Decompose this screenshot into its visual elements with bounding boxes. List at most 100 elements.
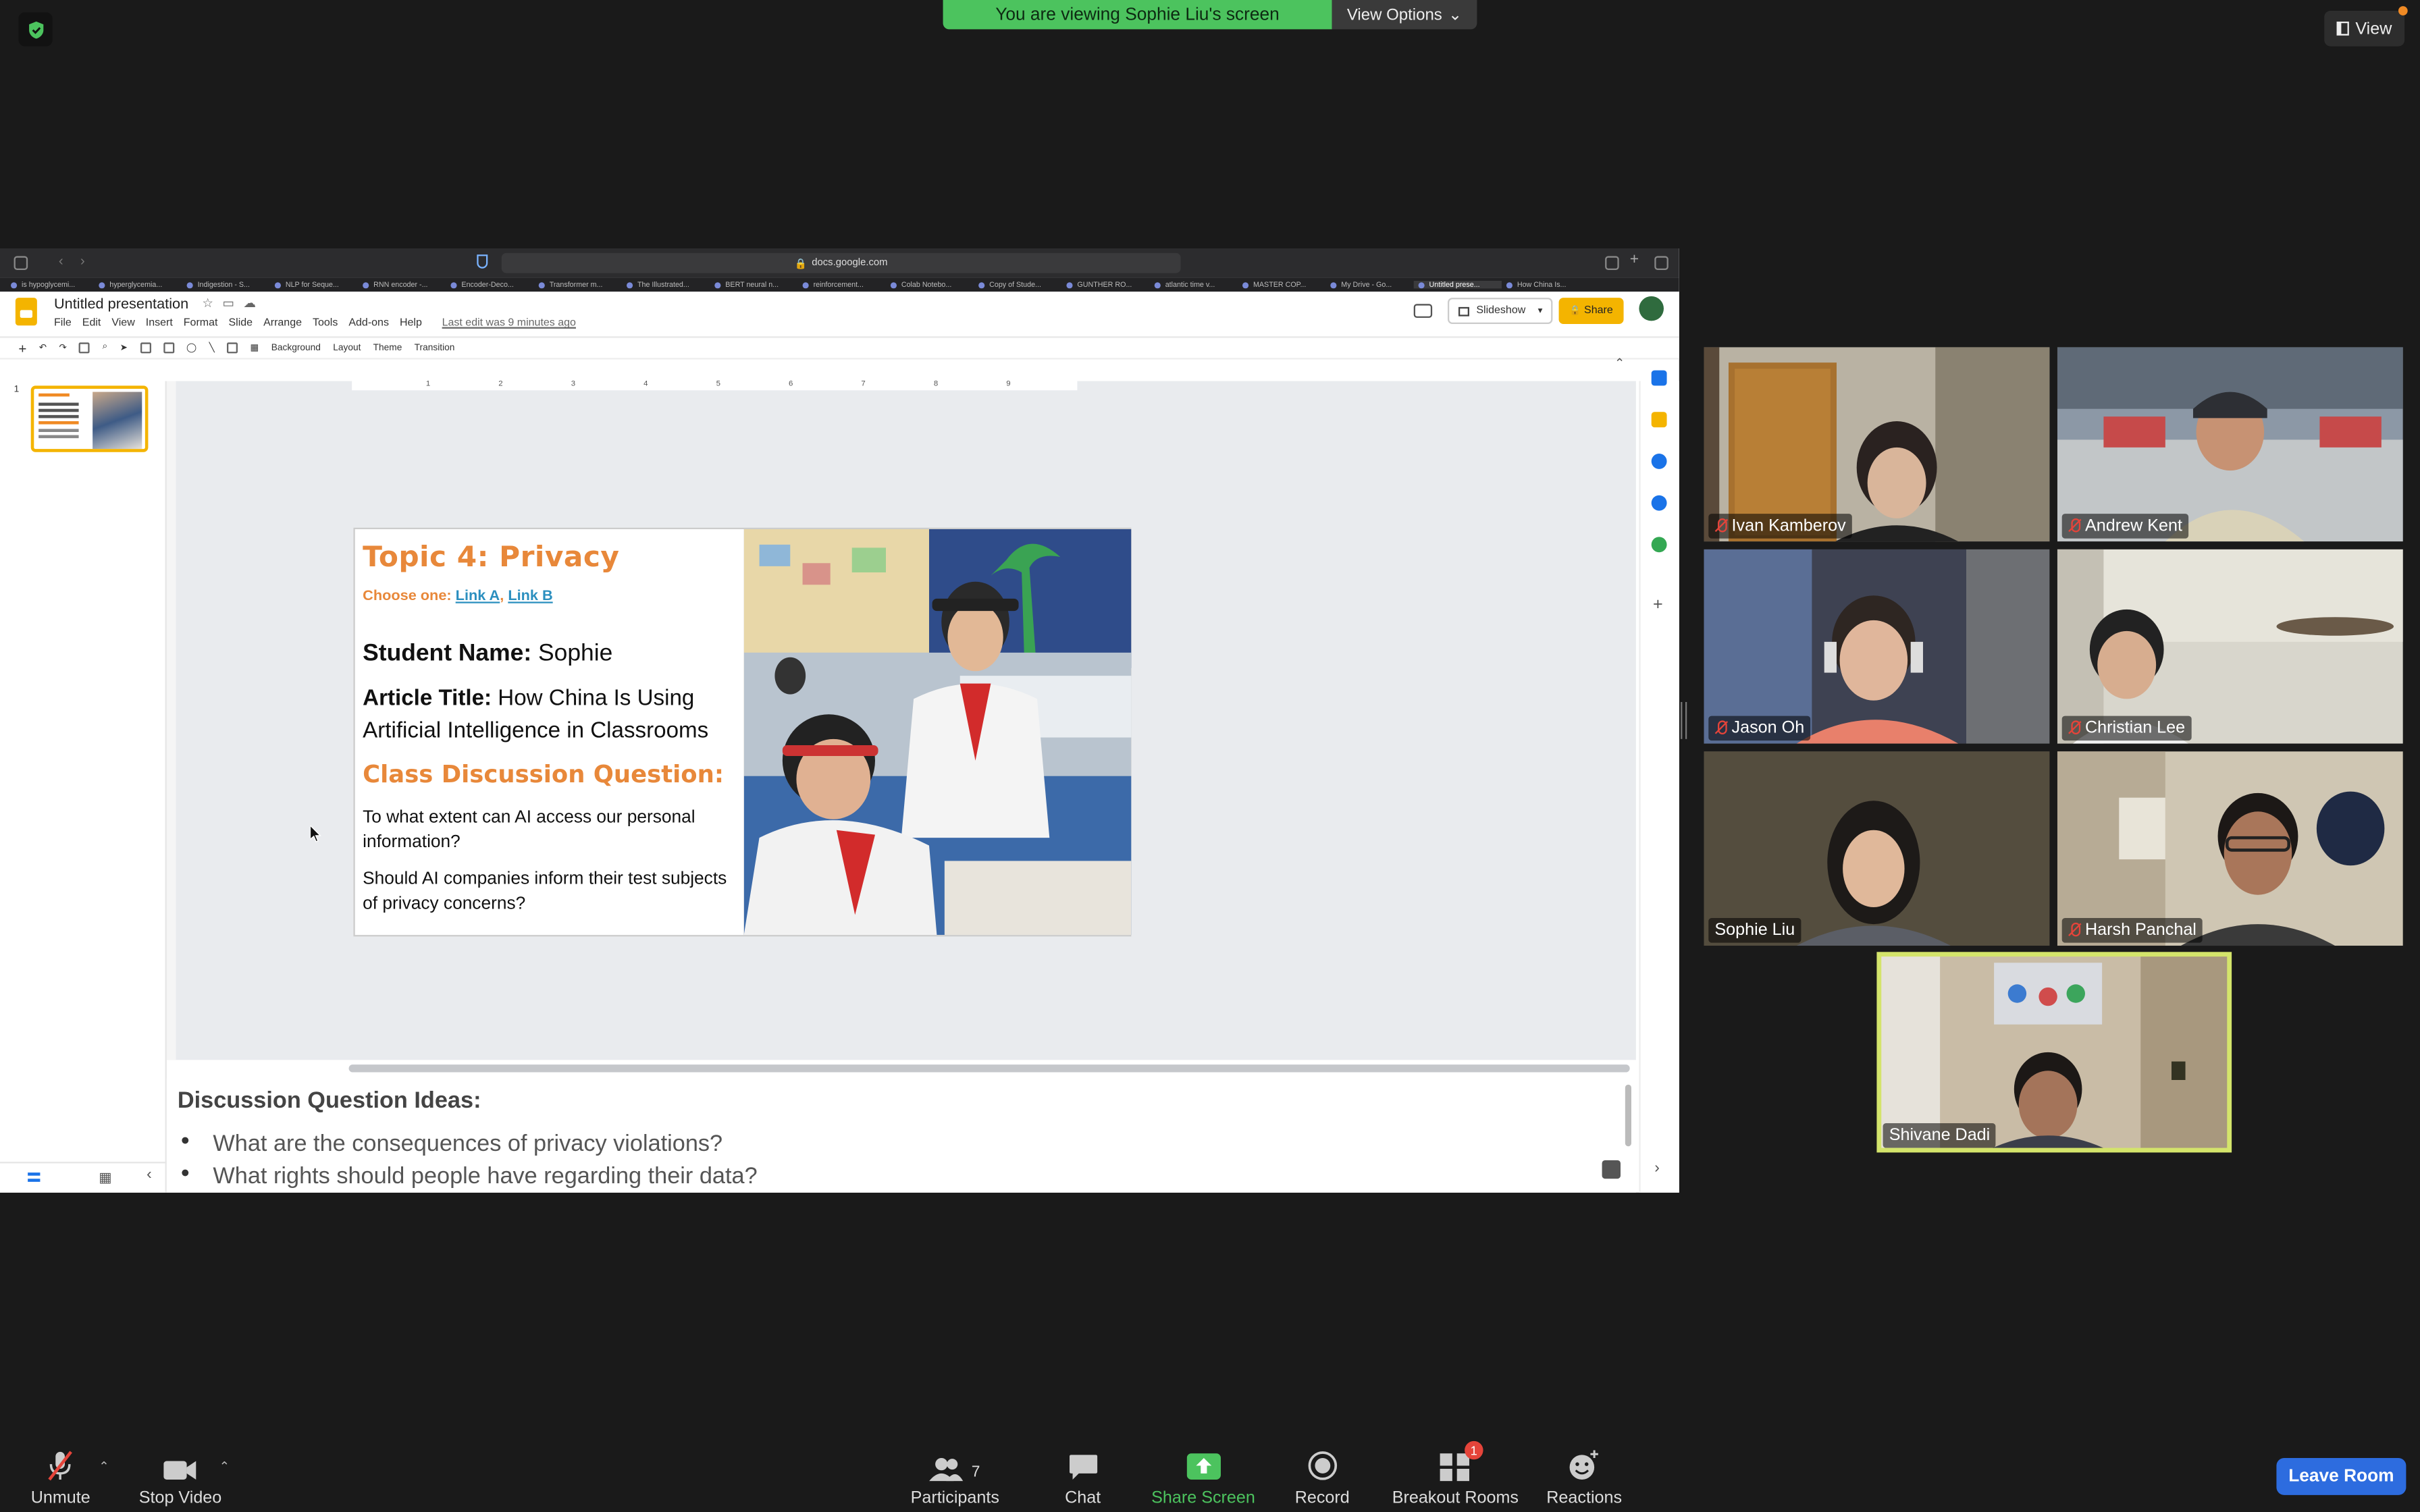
menu-item-insert[interactable]: Insert — [146, 318, 173, 329]
share-screen-button[interactable]: Share Screen — [1151, 1447, 1255, 1507]
chat-button[interactable]: Chat — [1065, 1447, 1101, 1507]
add-addon-icon[interactable]: + — [1653, 595, 1663, 614]
image-icon[interactable] — [163, 342, 174, 354]
toolbar-transition[interactable]: Transition — [415, 344, 455, 353]
video-tile-andrew-kent[interactable]: Andrew Kent — [2057, 347, 2403, 542]
contacts-icon[interactable] — [1651, 495, 1667, 511]
slideshow-button[interactable]: Slideshow ▾ — [1447, 298, 1553, 324]
comment-add-icon[interactable] — [227, 342, 238, 354]
menu-item-edit[interactable]: Edit — [82, 318, 101, 329]
video-options-chevron-icon[interactable]: ⌃ — [219, 1459, 230, 1474]
maps-icon[interactable] — [1651, 537, 1667, 553]
audio-options-chevron-icon[interactable]: ⌃ — [99, 1459, 109, 1474]
horizontal-scrollbar[interactable] — [348, 1064, 1630, 1073]
toolbar-theme[interactable]: Theme — [373, 344, 402, 353]
video-tile-jason-oh[interactable]: Jason Oh — [1704, 549, 2050, 744]
browser-tab[interactable]: NLP for Seque... — [270, 281, 358, 289]
menu-item-slide[interactable]: Slide — [228, 318, 253, 329]
star-icon[interactable]: ☆ — [202, 296, 222, 310]
toolbar-background[interactable]: Background — [271, 344, 321, 353]
link-a[interactable]: Link A — [456, 588, 500, 605]
browser-tab[interactable]: Encoder-Deco... — [446, 281, 534, 289]
comment-icon[interactable] — [1413, 304, 1433, 318]
classroom-photo[interactable] — [743, 529, 1132, 936]
folder-icon[interactable]: ▭ — [223, 296, 244, 310]
tab-overview-icon[interactable] — [1654, 256, 1668, 270]
view-options-button[interactable]: View Options ⌄ — [1332, 0, 1477, 30]
address-bar[interactable]: 🔒 docs.google.com — [501, 252, 1181, 273]
browser-tab[interactable]: How China Is... — [1502, 281, 1589, 289]
forward-icon[interactable]: › — [80, 253, 85, 269]
browser-tab[interactable]: BERT neural n... — [710, 281, 797, 289]
notes-scrollbar[interactable] — [1625, 1084, 1631, 1147]
menu-item-tools[interactable]: Tools — [313, 318, 338, 329]
grid-view-icon[interactable]: ▦ — [99, 1170, 111, 1187]
link-b[interactable]: Link B — [508, 588, 552, 605]
view-button[interactable]: View — [2324, 6, 2408, 47]
breakout-rooms-button[interactable]: 1 Breakout Rooms — [1392, 1440, 1519, 1507]
collapse-toolbar-icon[interactable]: ⌃ — [1614, 356, 1625, 371]
menu-item-file[interactable]: File — [54, 318, 72, 329]
tasks-icon[interactable] — [1651, 453, 1667, 469]
video-tile-sophie-liu[interactable]: Sophie Liu — [1704, 751, 2050, 946]
print-icon[interactable] — [79, 342, 90, 354]
privacy-shield-icon[interactable] — [477, 254, 488, 269]
slide-text-area[interactable]: Topic 4: Privacy Choose one: Link A, Lin… — [363, 529, 741, 935]
menu-item-help[interactable]: Help — [400, 318, 422, 329]
browser-tab[interactable]: Untitled prese... — [1413, 280, 1502, 289]
line-icon[interactable]: ╲ — [209, 342, 215, 354]
browser-tab[interactable]: Colab Notebo... — [886, 281, 974, 289]
browser-tab[interactable]: MASTER COP... — [1238, 281, 1325, 289]
participants-button[interactable]: 7 Participants — [911, 1447, 999, 1507]
browser-tab[interactable]: My Drive - Go... — [1325, 281, 1413, 289]
doc-title[interactable]: Untitled presentation — [54, 296, 188, 313]
back-icon[interactable]: ‹ — [59, 253, 63, 269]
account-avatar[interactable] — [1639, 296, 1664, 321]
share-icon[interactable] — [1605, 256, 1619, 270]
select-icon[interactable]: ➤ — [120, 342, 128, 354]
slide-title[interactable]: Topic 4: Privacy — [363, 541, 619, 574]
filmstrip-view-icon[interactable] — [28, 1172, 41, 1182]
keep-icon[interactable] — [1651, 412, 1667, 428]
video-tile-shivane-dadi[interactable]: Shivane Dadi — [1876, 952, 2232, 1153]
unmute-button[interactable]: Unmute — [31, 1447, 90, 1507]
menu-item-arrange[interactable]: Arrange — [263, 318, 302, 329]
video-tile-harsh-panchal[interactable]: Harsh Panchal — [2057, 751, 2403, 946]
share-button[interactable]: 🔒 Share — [1558, 298, 1624, 324]
browser-tab[interactable]: RNN encoder -... — [358, 281, 446, 289]
explore-icon[interactable] — [1602, 1160, 1621, 1179]
slide[interactable]: Topic 4: Privacy Choose one: Link A, Lin… — [353, 527, 1132, 937]
new-slide-icon[interactable]: + — [18, 340, 26, 356]
calendar-icon[interactable] — [1651, 370, 1667, 386]
browser-tab[interactable]: Transformer m... — [534, 281, 622, 289]
undo-icon[interactable]: ↶ — [39, 342, 47, 354]
menu-item-add-ons[interactable]: Add-ons — [348, 318, 389, 329]
slides-logo-icon[interactable] — [15, 298, 37, 326]
chevron-down-icon[interactable]: ▾ — [1538, 306, 1543, 317]
browser-tab[interactable]: reinforcement... — [798, 281, 886, 289]
speaker-notes[interactable]: Discussion Question Ideas: What are the … — [166, 1078, 1636, 1193]
grid-icon[interactable]: ▦ — [250, 342, 259, 354]
menu-item-format[interactable]: Format — [184, 318, 218, 329]
browser-tab[interactable]: Copy of Stude... — [974, 281, 1061, 289]
slide-thumbnail[interactable] — [30, 385, 149, 452]
menu-item-view[interactable]: View — [111, 318, 134, 329]
browser-tab[interactable]: GUNTHER RO... — [1062, 281, 1150, 289]
browser-tab[interactable]: is hypoglycemi... — [6, 281, 94, 289]
browser-tab[interactable]: The Illustrated... — [622, 281, 710, 289]
textbox-icon[interactable] — [140, 342, 151, 354]
redo-icon[interactable]: ↷ — [59, 342, 67, 354]
cloud-icon[interactable]: ☁ — [244, 296, 265, 310]
browser-tab[interactable]: Indigestion - S... — [182, 281, 270, 289]
zoom-icon[interactable]: ⌕ — [103, 342, 108, 353]
video-tile-christian-lee[interactable]: Christian Lee — [2057, 549, 2403, 744]
collapse-icon[interactable]: ‹ — [147, 1166, 152, 1183]
resize-handle[interactable] — [1681, 701, 1687, 739]
toolbar-layout[interactable]: Layout — [333, 344, 361, 353]
sidebar-toggle-icon[interactable] — [14, 256, 28, 270]
security-shield-icon[interactable] — [18, 12, 53, 47]
new-tab-icon[interactable]: + — [1630, 252, 1639, 269]
expand-panel-icon[interactable]: › — [1654, 1160, 1660, 1177]
video-tile-ivan-kamberov[interactable]: Ivan Kamberov — [1704, 347, 2050, 542]
record-button[interactable]: Record — [1295, 1447, 1350, 1507]
